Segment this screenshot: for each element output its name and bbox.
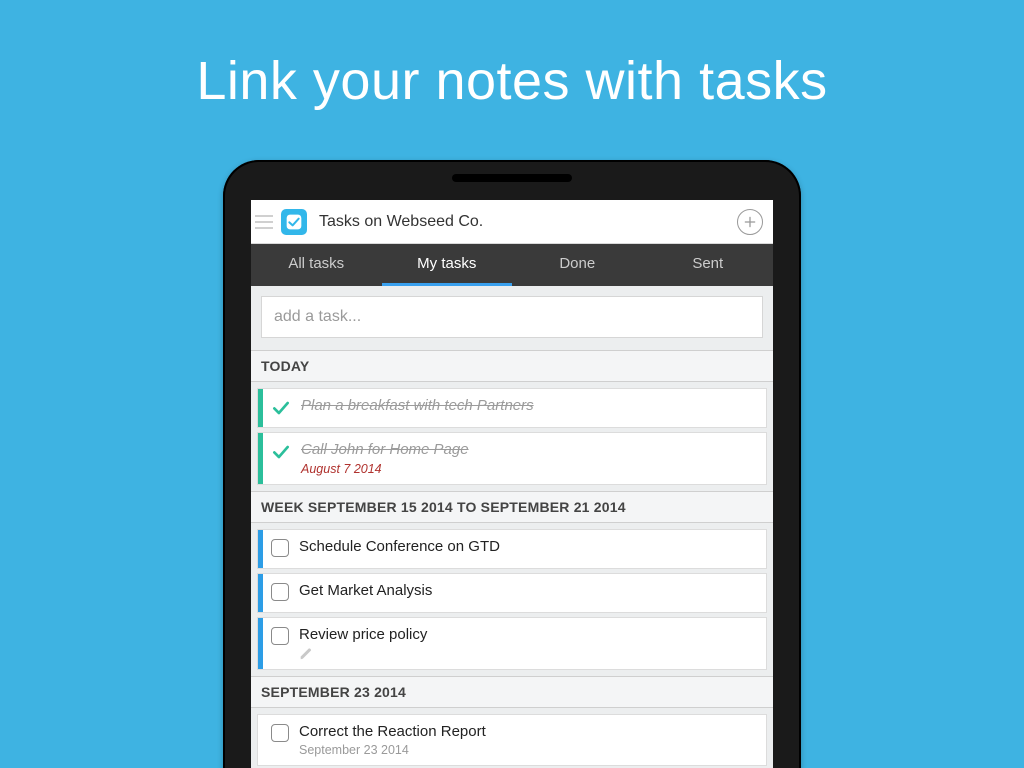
appbar-title: Tasks on Webseed Co. [315, 213, 729, 231]
task-text: Get Market Analysis [299, 582, 432, 601]
task-row[interactable]: Call John for Home Page August 7 2014 [257, 432, 767, 485]
note-icon [299, 647, 313, 661]
add-task-wrap [251, 286, 773, 350]
task-text: Schedule Conference on GTD [299, 538, 500, 557]
add-task-input[interactable] [261, 296, 763, 338]
task-list-sep23: Correct the Reaction Report September 23… [251, 708, 773, 768]
app-screen: Tasks on Webseed Co. All tasks My tasks … [251, 200, 773, 768]
task-row[interactable]: Plan a breakfast with tech Partners [257, 388, 767, 428]
task-row[interactable]: Review price policy [257, 617, 767, 670]
add-button[interactable] [737, 209, 763, 235]
task-text: Plan a breakfast with tech Partners [301, 397, 534, 416]
task-checkbox[interactable] [271, 583, 289, 601]
device-speaker [452, 174, 572, 182]
section-header-today: TODAY [251, 350, 773, 382]
tab-my-tasks[interactable]: My tasks [382, 244, 513, 286]
task-checkbox[interactable] [271, 627, 289, 645]
section-header-week: WEEK SEPTEMBER 15 2014 TO SEPTEMBER 21 2… [251, 491, 773, 523]
tabs: All tasks My tasks Done Sent [251, 244, 773, 286]
task-row[interactable]: Correct the Reaction Report September 23… [257, 714, 767, 767]
task-checkbox[interactable] [271, 539, 289, 557]
task-text: Review price policy [299, 626, 427, 645]
menu-icon[interactable] [255, 215, 273, 229]
section-header-sep23: SEPTEMBER 23 2014 [251, 676, 773, 708]
task-text: Call John for Home Page [301, 441, 469, 460]
checkmark-icon[interactable] [271, 398, 291, 418]
app-logo-icon [281, 209, 307, 235]
tab-done[interactable]: Done [512, 244, 643, 286]
tablet-device: Tasks on Webseed Co. All tasks My tasks … [223, 160, 801, 768]
task-text: Correct the Reaction Report [299, 723, 486, 742]
task-checkbox[interactable] [271, 724, 289, 742]
task-list-week: Schedule Conference on GTD Get Market An… [251, 523, 773, 676]
task-row[interactable]: Get Market Analysis [257, 573, 767, 613]
task-subtext: August 7 2014 [301, 462, 469, 476]
task-row[interactable]: Schedule Conference on GTD [257, 529, 767, 569]
app-bar: Tasks on Webseed Co. [251, 200, 773, 244]
checkmark-icon[interactable] [271, 442, 291, 462]
task-list-today: Plan a breakfast with tech Partners Call… [251, 382, 773, 491]
task-subtext: September 23 2014 [299, 743, 486, 757]
hero-title: Link your notes with tasks [0, 50, 1024, 112]
tab-sent[interactable]: Sent [643, 244, 774, 286]
tab-all-tasks[interactable]: All tasks [251, 244, 382, 286]
